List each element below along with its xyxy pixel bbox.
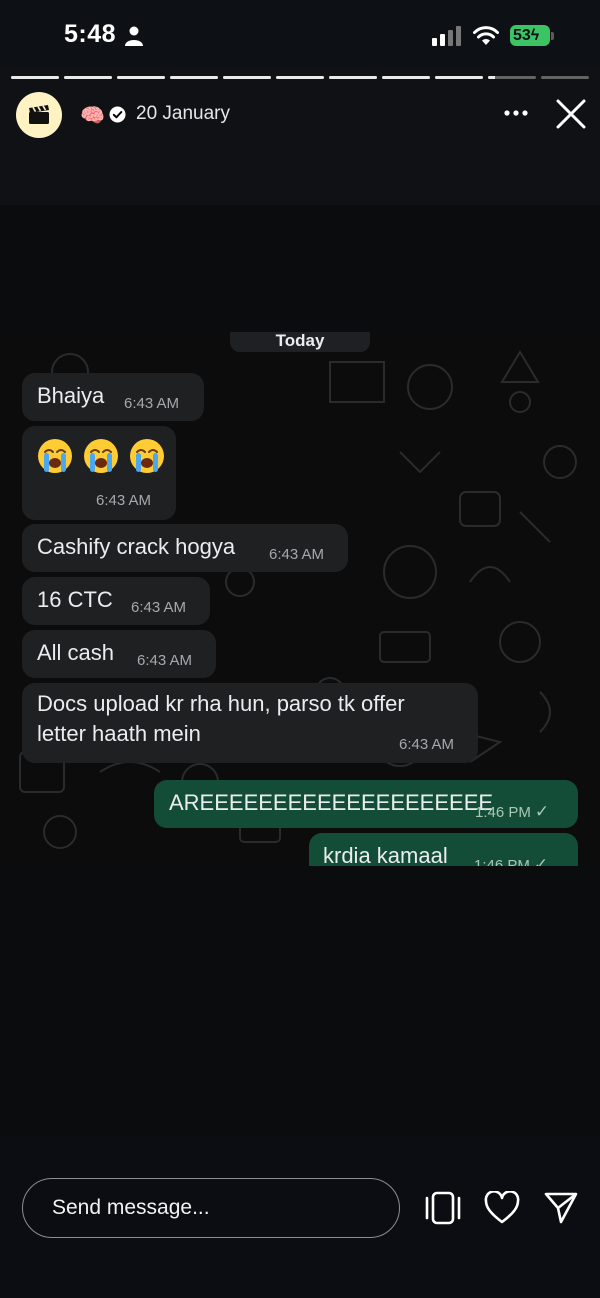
progress-segment bbox=[541, 76, 589, 79]
incoming-message[interactable]: 6:43 AM bbox=[22, 426, 176, 520]
verified-icon bbox=[109, 106, 126, 123]
progress-segment-fill bbox=[276, 76, 324, 79]
progress-segment bbox=[223, 76, 271, 79]
charging-bolt-icon: ϟ bbox=[530, 27, 540, 44]
progress-segment bbox=[329, 76, 377, 79]
progress-segment-fill bbox=[11, 76, 59, 79]
progress-segment-fill bbox=[382, 76, 430, 79]
message-text: Cashify crack hogya bbox=[37, 534, 236, 559]
progress-segment bbox=[435, 76, 483, 79]
message-time: 6:43 AM bbox=[399, 736, 454, 753]
incoming-message[interactable]: Bhaiya 6:43 AM bbox=[22, 373, 204, 421]
message-timestamp: 6:43 AM bbox=[269, 546, 325, 563]
message-timestamp: 6:43 AM bbox=[131, 599, 187, 616]
heart-icon[interactable] bbox=[484, 1191, 520, 1225]
message-time: 6:43 AM bbox=[131, 599, 186, 616]
message-text bbox=[37, 438, 175, 482]
progress-segment-fill bbox=[170, 76, 218, 79]
progress-segment bbox=[382, 76, 430, 79]
message-time: 1:46 PM ✓ bbox=[474, 855, 548, 866]
person-icon bbox=[125, 26, 143, 46]
story-date: 20 January bbox=[136, 103, 231, 124]
message-time: 6:43 AM bbox=[137, 652, 192, 669]
progress-segment bbox=[64, 76, 112, 79]
message-text: AREEEEEEEEEEEEEEEEEEEE bbox=[169, 790, 494, 815]
message-timestamp: 6:43 AM bbox=[124, 395, 180, 412]
message-time: 6:43 AM bbox=[96, 492, 151, 509]
progress-segment bbox=[170, 76, 218, 79]
date-divider: Today bbox=[230, 332, 370, 352]
progress-segment-fill bbox=[64, 76, 112, 79]
story-header: 🧠 20 January bbox=[0, 86, 600, 146]
send-message-input[interactable] bbox=[22, 1178, 400, 1238]
loudly-crying-face-icon bbox=[84, 439, 118, 473]
close-icon[interactable] bbox=[555, 98, 587, 130]
message-time: 6:43 AM bbox=[124, 395, 179, 412]
sent-check-icon: ✓ bbox=[533, 855, 549, 866]
sent-check-icon: ✓ bbox=[534, 802, 550, 821]
message-text: All cash bbox=[37, 640, 115, 665]
progress-segment-fill bbox=[435, 76, 483, 79]
loudly-crying-face-icon bbox=[38, 439, 72, 473]
incoming-message[interactable]: Docs upload kr rha hun, parso tk offer l… bbox=[22, 683, 478, 763]
outgoing-message[interactable]: krdia kamaal 1:46 PM ✓ bbox=[309, 833, 578, 866]
story-bottom-band bbox=[0, 866, 600, 1135]
avatar[interactable] bbox=[16, 92, 62, 138]
story-reply-bar bbox=[0, 1135, 600, 1298]
wifi-icon bbox=[473, 26, 499, 45]
clapper-icon bbox=[29, 105, 49, 124]
tray-icon[interactable] bbox=[424, 1191, 462, 1225]
progress-segment-fill bbox=[329, 76, 377, 79]
status-time: 5:48 bbox=[64, 20, 117, 48]
battery-cap bbox=[551, 32, 554, 40]
progress-segment bbox=[276, 76, 324, 79]
incoming-message[interactable]: Cashify crack hogya 6:43 AM bbox=[22, 524, 348, 572]
battery-indicator: 53ϟ bbox=[510, 25, 550, 46]
battery-level: 53 bbox=[513, 27, 531, 44]
message-timestamp: 6:43 AM bbox=[96, 492, 152, 509]
signal-icon bbox=[432, 26, 461, 46]
status-bar: 5:48 53ϟ bbox=[0, 0, 600, 66]
send-icon[interactable] bbox=[543, 1191, 579, 1225]
progress-segment bbox=[11, 76, 59, 79]
progress-segment-fill bbox=[117, 76, 165, 79]
message-timestamp: 1:46 PM bbox=[474, 857, 530, 866]
brain-icon: 🧠 bbox=[80, 105, 105, 127]
outgoing-message[interactable]: AREEEEEEEEEEEEEEEEEEEE 1:46 PM ✓ bbox=[154, 780, 578, 828]
loudly-crying-face-icon bbox=[130, 439, 164, 473]
more-icon[interactable] bbox=[503, 106, 529, 120]
progress-segment-fill bbox=[223, 76, 271, 79]
incoming-message[interactable]: 16 CTC 6:43 AM bbox=[22, 577, 210, 625]
chat-screenshot: Today Bhaiya 6:43 AM 6:43 AM Cashify crack … bbox=[0, 332, 600, 866]
progress-segment-fill bbox=[488, 76, 496, 79]
message-text: krdia kamaal bbox=[323, 843, 448, 866]
progress-segment bbox=[117, 76, 165, 79]
message-text: Docs upload kr rha hun, parso tk offer l… bbox=[37, 691, 405, 746]
story-top-band bbox=[0, 205, 600, 332]
message-time: 1:46 PM ✓ bbox=[475, 802, 549, 822]
message-text: 16 CTC bbox=[37, 587, 113, 612]
message-text: Bhaiya bbox=[37, 383, 105, 408]
incoming-message[interactable]: All cash 6:43 AM bbox=[22, 630, 216, 678]
message-time: 6:43 AM bbox=[269, 546, 324, 563]
message-timestamp: 1:46 PM bbox=[475, 804, 531, 821]
progress-segment bbox=[488, 76, 536, 79]
message-timestamp: 6:43 AM bbox=[137, 652, 193, 669]
message-timestamp: 6:43 AM bbox=[399, 736, 455, 753]
story-progress bbox=[11, 76, 589, 79]
